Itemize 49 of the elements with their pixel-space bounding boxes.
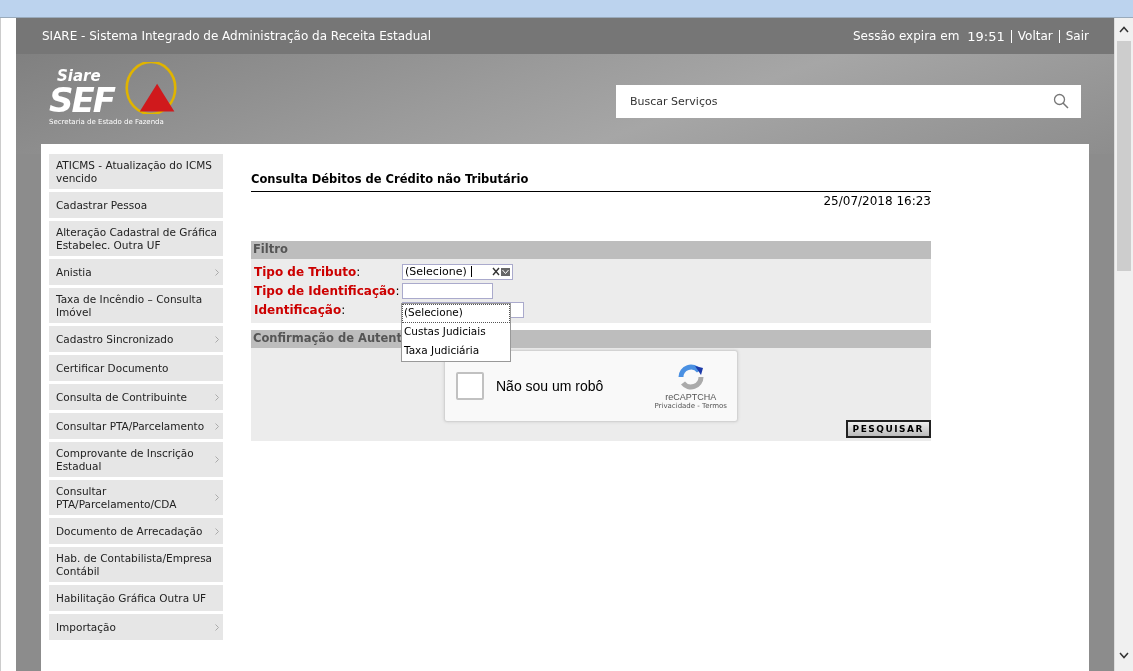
sidebar-item[interactable]: Documento de Arrecadação [49, 518, 223, 544]
session-timer: 19:51 [967, 28, 1005, 44]
select-field[interactable] [402, 282, 493, 299]
recaptcha-brand: reCAPTCHA [665, 392, 717, 402]
chevron-icon [215, 456, 219, 463]
sidebar-item[interactable]: Cadastro Sincronizado [49, 326, 223, 352]
chevron-icon [215, 268, 219, 276]
chevron-icon [215, 393, 219, 401]
page-title: Consulta Débitos de Crédito não Tributário [251, 172, 931, 192]
sidebar-item[interactable]: Taxa de Incêndio – Consulta Imóvel [49, 288, 223, 323]
sidebar-item[interactable]: Consultar PTA/Parcelamento [49, 413, 223, 439]
sidebar-item[interactable]: Cadastrar Pessoa [49, 192, 223, 218]
header-link[interactable]: Voltar [1010, 29, 1053, 43]
sidebar-item[interactable]: Anistia [49, 259, 223, 285]
logo-text: SEF [49, 83, 114, 116]
captcha-checkbox[interactable] [456, 372, 484, 400]
search-button[interactable]: PESQUISAR [845, 420, 931, 438]
search-field[interactable]: Buscar Serviços [616, 84, 1081, 118]
sidebar-item[interactable]: Certificar Documento [49, 355, 223, 381]
search-icon[interactable] [1053, 92, 1069, 109]
sidebar-item[interactable]: Importação [49, 614, 223, 640]
chevron-icon [215, 422, 219, 430]
select-field[interactable]: (Selecione) [402, 263, 513, 280]
section-header: Filtro [251, 241, 931, 259]
logo-text: Siare [57, 68, 101, 84]
dropdown-option[interactable]: (Selecione) [402, 304, 510, 323]
sidebar-item[interactable]: Consultar PTA/Parcelamento/CDA [49, 480, 223, 515]
clear-and-caret-icon[interactable] [492, 266, 510, 277]
system-title: SIARE - Sistema Integrado de Administração da Receita Estadual [42, 29, 431, 43]
field-label: Tipo de Identificação: [254, 283, 401, 298]
sidebar-item[interactable]: Comprovante de Inscrição Estadual [49, 442, 223, 477]
chevron-icon [215, 623, 219, 631]
sidebar-item[interactable]: Consulta de Contribuinte [49, 384, 223, 410]
chevron-icon [215, 494, 219, 501]
scrollbar[interactable] [1114, 18, 1133, 671]
scroll-up-icon[interactable] [1119, 26, 1129, 33]
field-label: Identificação: [254, 302, 347, 317]
session-label: Sessão expira em [852, 29, 960, 43]
header-link[interactable]: Sair [1058, 29, 1089, 43]
captcha-label: Não sou um robô [496, 378, 605, 394]
sidebar-item[interactable]: Alteração Cadastral de Gráfica Estabelec. Outra UF [49, 221, 223, 256]
sidebar-item[interactable]: Hab. de Contabilista/Empresa Contábil [49, 547, 223, 582]
date-time: 25/07/2018 16:23 [823, 194, 931, 208]
field-label: Tipo de Tributo: [254, 264, 362, 279]
chevron-icon [215, 527, 219, 535]
sidebar-item[interactable]: ATICMS - Atualização do ICMS vencido [49, 154, 223, 189]
chevron-icon [215, 335, 219, 343]
scroll-down-icon[interactable] [1119, 652, 1129, 659]
sidebar-item[interactable]: Habilitação Gráfica Outra UF [49, 585, 223, 611]
